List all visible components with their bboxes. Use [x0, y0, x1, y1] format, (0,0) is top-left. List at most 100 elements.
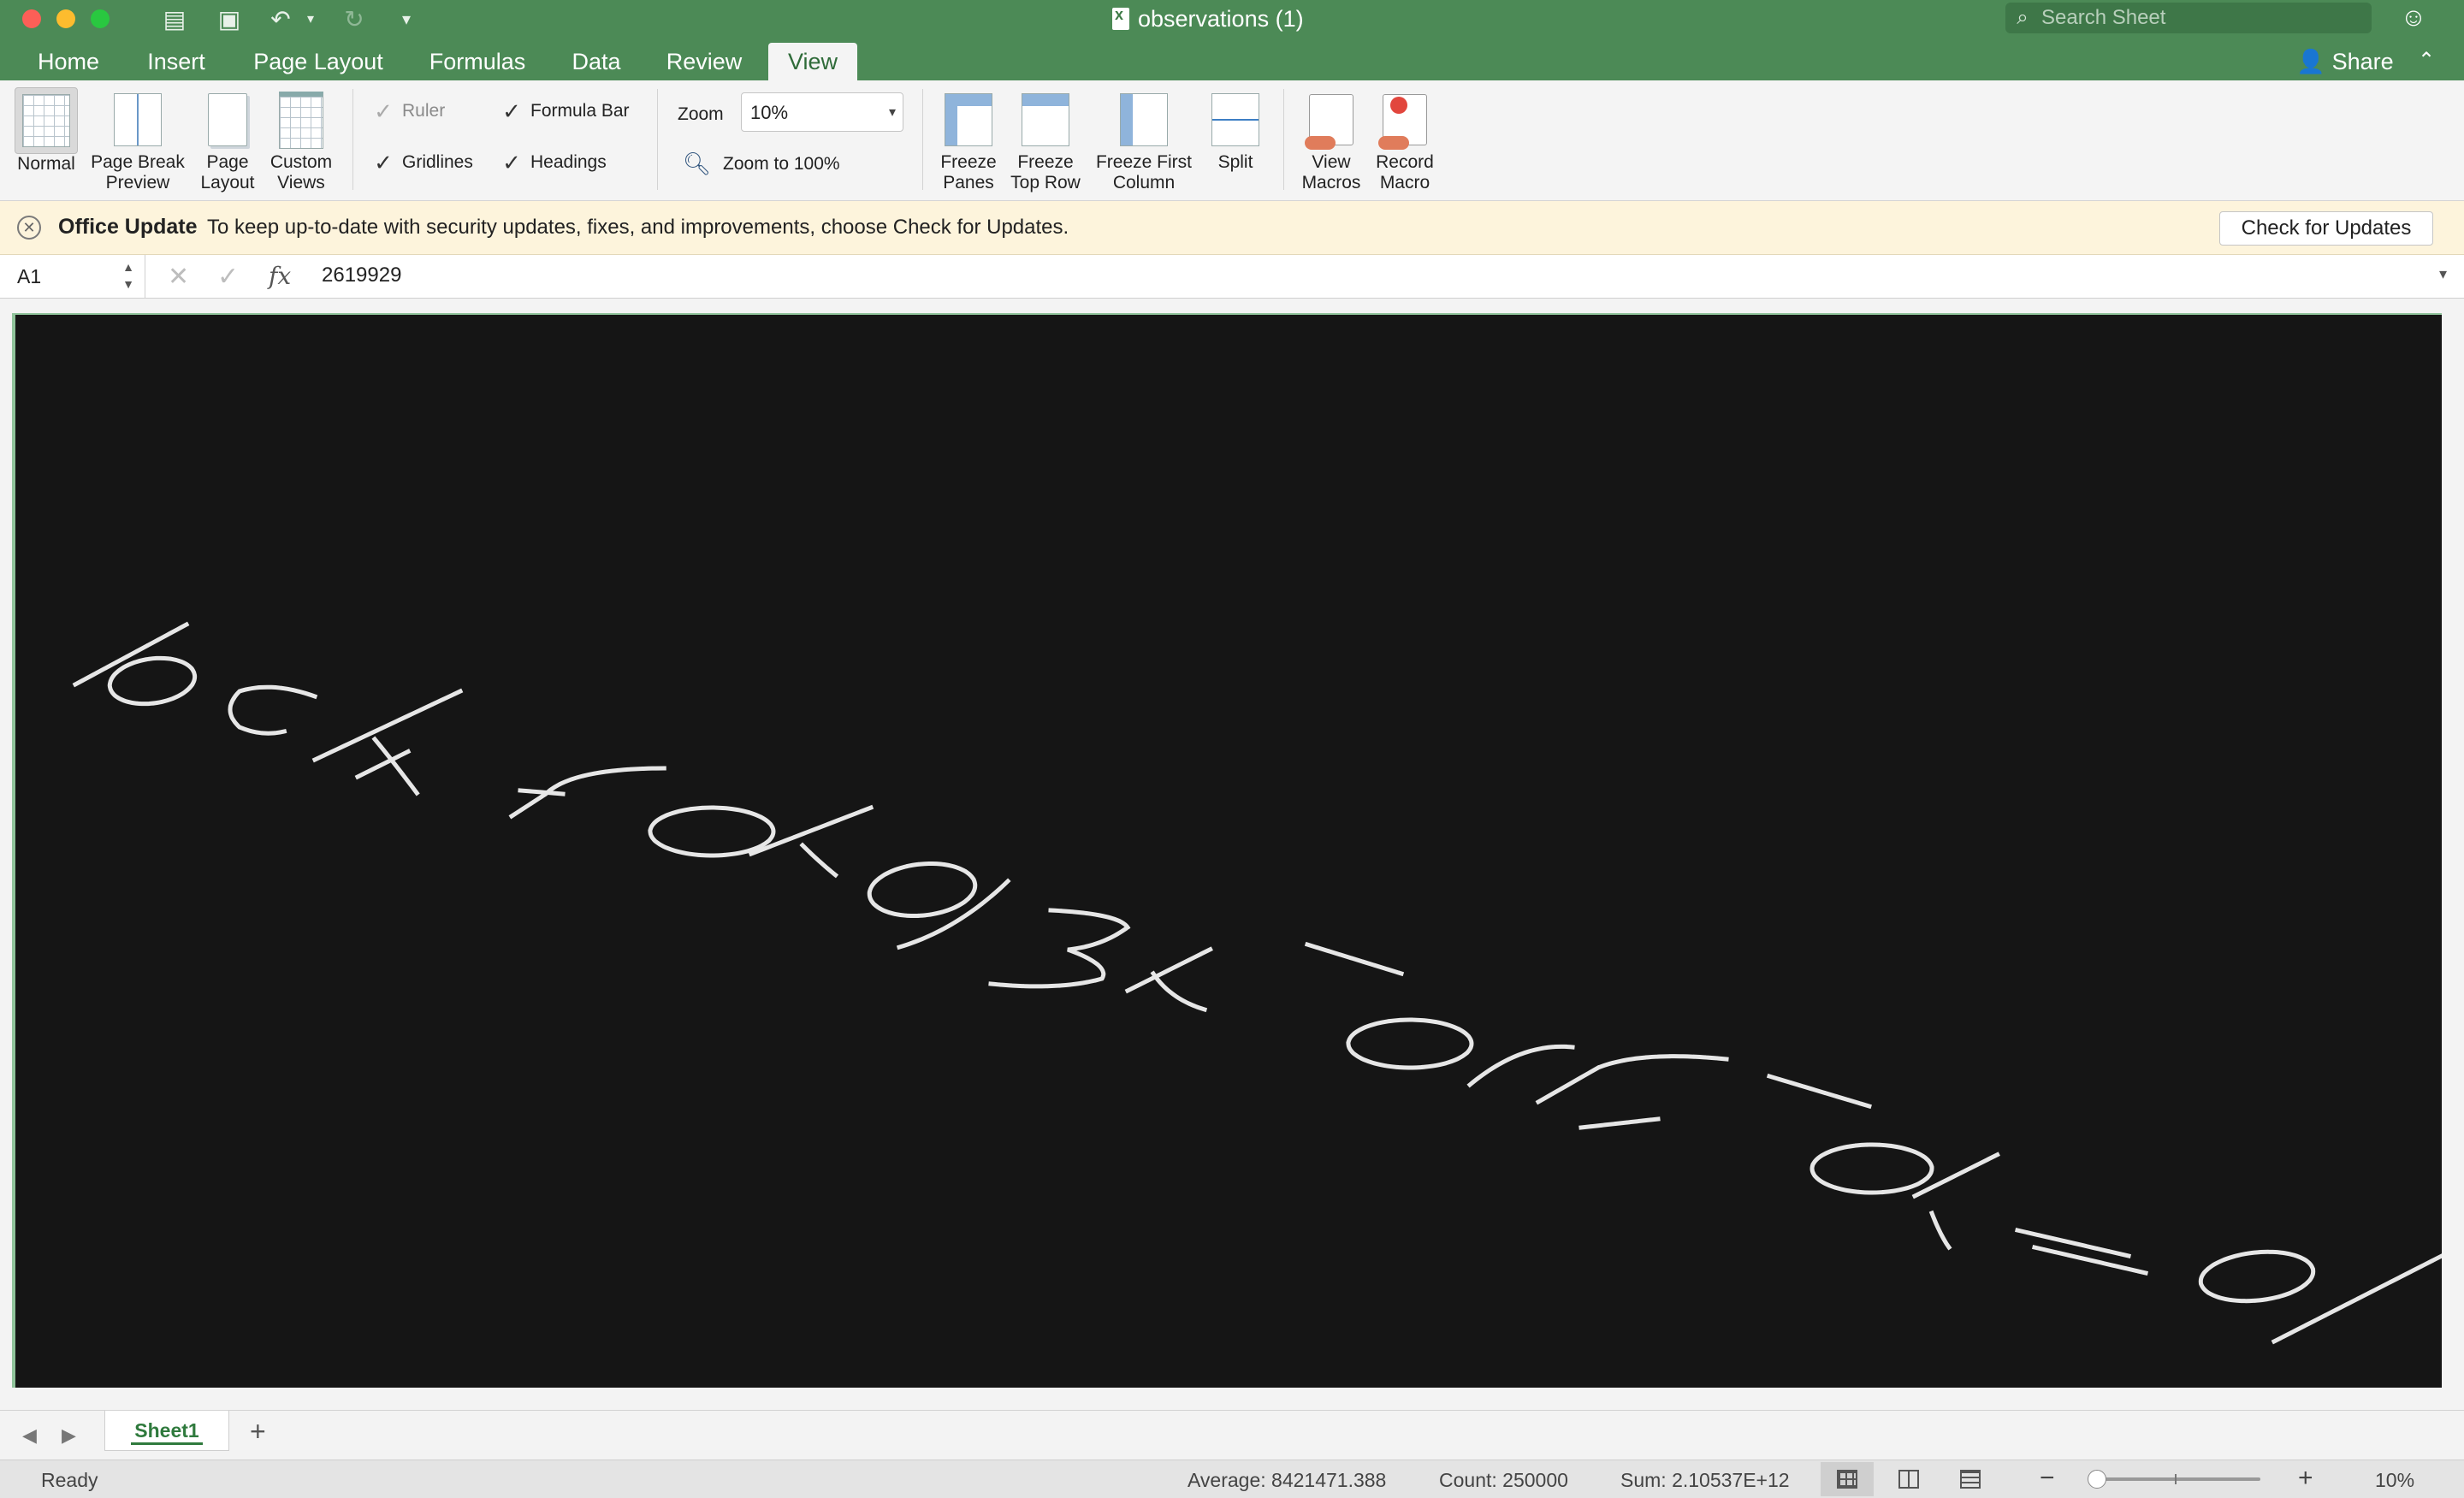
- status-sum: Sum: 2.10537E+12: [1620, 1469, 1790, 1491]
- magnifier-icon: 🔍︎: [683, 151, 712, 176]
- formula-bar-checkbox[interactable]: ✓ Formula Bar: [501, 98, 629, 124]
- freeze-panes-label-1: Freeze: [940, 152, 997, 172]
- search-input[interactable]: [2040, 5, 2360, 31]
- page-break-label-1: Page Break: [91, 152, 185, 172]
- page-layout-icon: [208, 93, 247, 146]
- check-for-updates-button[interactable]: Check for Updates: [2219, 211, 2433, 246]
- feedback-smiley-icon[interactable]: ☺: [2399, 3, 2428, 33]
- next-sheet-icon[interactable]: ▶: [62, 1424, 76, 1447]
- split-button[interactable]: Split: [1203, 87, 1268, 173]
- confirm-entry-icon[interactable]: ✓: [217, 262, 239, 292]
- tab-data[interactable]: Data: [558, 43, 635, 80]
- previous-sheet-icon[interactable]: ◀: [22, 1424, 37, 1447]
- normal-view-label: Normal: [17, 154, 75, 174]
- page-break-preview-icon: [114, 93, 162, 146]
- tab-formulas[interactable]: Formulas: [418, 43, 537, 80]
- window-title-text: observations (1): [1138, 5, 1304, 32]
- undo-dropdown-icon[interactable]: ▾: [301, 5, 320, 33]
- custom-views-icon: [279, 91, 323, 149]
- add-sheet-icon[interactable]: +: [250, 1416, 266, 1448]
- name-box-value: A1: [17, 265, 42, 287]
- insert-function-icon[interactable]: fx: [269, 262, 291, 290]
- tab-page-layout[interactable]: Page Layout: [241, 43, 395, 80]
- view-macros-label-2: Macros: [1301, 173, 1361, 192]
- save-icon[interactable]: ▣: [214, 5, 245, 33]
- collapse-ribbon-icon[interactable]: ⌃: [2418, 48, 2435, 73]
- tab-home[interactable]: Home: [26, 43, 111, 80]
- tab-view[interactable]: View: [768, 43, 857, 80]
- share-button[interactable]: 👤 Share: [2296, 43, 2394, 80]
- formula-input[interactable]: 2619929: [322, 263, 401, 287]
- normal-view-icon: [1837, 1470, 1857, 1489]
- freeze-top-row-button[interactable]: Freeze Top Row: [1006, 87, 1085, 193]
- zoom-out-icon[interactable]: −: [2040, 1464, 2055, 1493]
- page-layout-status-button[interactable]: [1944, 1462, 1997, 1496]
- worksheet-area[interactable]: [0, 305, 2464, 1391]
- cancel-entry-icon[interactable]: ✕: [168, 262, 189, 292]
- page-break-icon: [1898, 1470, 1919, 1489]
- page-layout-label-2: Layout: [200, 173, 255, 192]
- status-bar: Ready Average: 8421471.388 Count: 250000…: [0, 1460, 2464, 1498]
- view-macros-button[interactable]: View Macros: [1295, 87, 1367, 193]
- gridlines-checkbox[interactable]: ✓ Gridlines: [373, 150, 473, 175]
- page-layout-label-1: Page: [206, 152, 249, 172]
- sidebar-toggle-icon[interactable]: ▤: [159, 5, 190, 33]
- customize-toolbar-icon[interactable]: ▾: [394, 5, 419, 33]
- freeze-panes-label-2: Panes: [943, 173, 994, 192]
- freeze-top-row-icon: [1022, 93, 1069, 146]
- freeze-panes-button[interactable]: Freeze Panes: [934, 87, 1003, 193]
- freeze-first-column-button[interactable]: Freeze First Column: [1090, 87, 1198, 193]
- redo-icon[interactable]: ↻: [339, 5, 370, 33]
- normal-view-status-button[interactable]: [1821, 1462, 1874, 1496]
- expand-formula-bar-icon[interactable]: ▾: [2439, 265, 2447, 283]
- tab-insert[interactable]: Insert: [133, 43, 219, 80]
- chevron-down-icon: ▾: [888, 105, 896, 120]
- headings-checkbox[interactable]: ✓ Headings: [501, 151, 607, 174]
- custom-views-button[interactable]: Custom Views: [262, 87, 341, 193]
- page-break-status-button[interactable]: [1882, 1462, 1935, 1496]
- excel-file-icon: [1112, 6, 1129, 30]
- name-box-stepper-icon[interactable]: ▲ ▼: [122, 258, 134, 293]
- zoom-slider-midpoint: [2175, 1474, 2177, 1484]
- search-icon: ⌕: [2017, 6, 2029, 29]
- close-window-button[interactable]: [22, 9, 41, 28]
- ruler-checkbox[interactable]: ✓ Ruler: [373, 100, 446, 122]
- custom-views-label-2: Views: [277, 173, 325, 192]
- dismiss-message-icon[interactable]: ✕: [17, 216, 41, 240]
- ribbon-separator: [352, 89, 353, 190]
- zoom-slider[interactable]: [2088, 1470, 2260, 1489]
- message-text: To keep up-to-date with security updates…: [207, 216, 1069, 239]
- freeze-top-label-2: Top Row: [1010, 173, 1081, 192]
- page-layout-view-button[interactable]: Page Layout: [195, 87, 260, 193]
- tab-review[interactable]: Review: [655, 43, 753, 80]
- gridlines-label: Gridlines: [402, 152, 473, 172]
- checkmark-icon: ✓: [374, 150, 393, 175]
- zoom-label: Zoom: [678, 104, 724, 124]
- checkmark-icon: ✓: [502, 98, 521, 124]
- record-macro-button[interactable]: Record Macro: [1369, 87, 1441, 193]
- page-break-preview-button[interactable]: Page Break Preview: [86, 87, 190, 193]
- search-sheet-box[interactable]: ⌕: [2005, 3, 2372, 33]
- zoom-slider-handle[interactable]: [2088, 1470, 2106, 1489]
- sheet-tab-sheet1[interactable]: Sheet1: [104, 1411, 229, 1451]
- minimize-window-button[interactable]: [56, 9, 75, 28]
- view-ribbon: Normal Page Break Preview Page Layout Cu…: [0, 80, 2464, 201]
- name-box[interactable]: A1 ▲ ▼: [0, 255, 145, 298]
- ribbon-tabs: Home Insert Page Layout Formulas Data Re…: [0, 38, 2464, 80]
- split-icon: [1211, 93, 1259, 146]
- add-person-icon: 👤: [2296, 49, 2325, 74]
- freeze-first-column-icon: [1120, 93, 1168, 146]
- zoom-to-100-button[interactable]: 🔍︎ Zoom to 100%: [683, 151, 840, 177]
- worksheet-cells-canvas[interactable]: [12, 313, 2442, 1388]
- undo-icon[interactable]: ↶: [265, 5, 296, 33]
- zoom-dropdown[interactable]: 10% ▾: [741, 92, 903, 132]
- page-layout-icon: [1960, 1470, 1981, 1489]
- ruler-label: Ruler: [402, 101, 446, 121]
- zoom-percentage[interactable]: 10%: [2375, 1469, 2414, 1492]
- sheet-tab-bar: ◀ ▶ Sheet1 +: [0, 1410, 2464, 1460]
- maximize-window-button[interactable]: [91, 9, 110, 28]
- normal-view-button[interactable]: Normal: [12, 87, 80, 175]
- zoom-in-icon[interactable]: +: [2298, 1464, 2313, 1493]
- freeze-col-label-2: Column: [1112, 173, 1176, 192]
- page-break-label-2: Preview: [105, 173, 170, 192]
